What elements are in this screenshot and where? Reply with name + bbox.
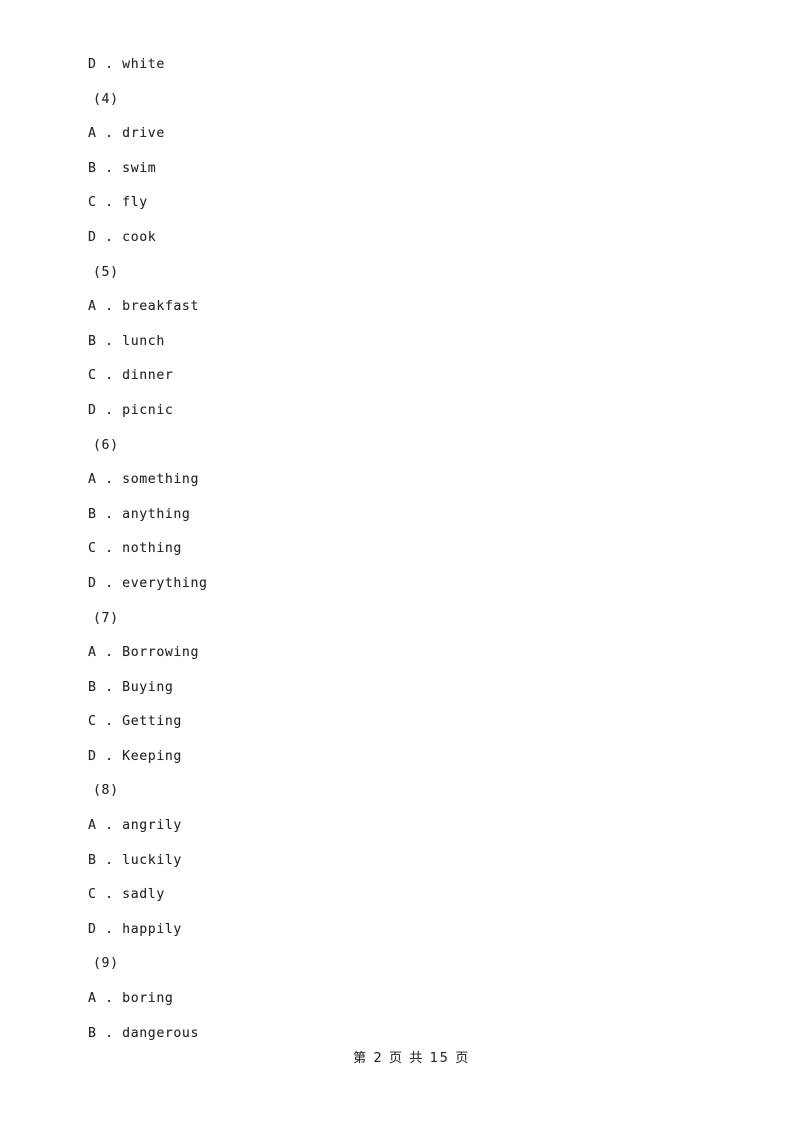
answer-option[interactable]: D . picnic	[88, 394, 688, 429]
answer-option[interactable]: B . anything	[88, 498, 688, 533]
answer-option[interactable]: C . Getting	[88, 705, 688, 740]
answer-option[interactable]: A . breakfast	[88, 290, 688, 325]
answer-option[interactable]: D . happily	[88, 913, 688, 948]
answer-option[interactable]: C . dinner	[88, 359, 688, 394]
page-indicator: 第 2 页 共 15 页	[353, 1051, 470, 1066]
question-number: (5)	[93, 264, 119, 280]
page-footer: 第 2 页 共 15 页	[0, 1032, 800, 1081]
document-page: D . white (4) A . drive B . swim C . fly D . …	[0, 0, 800, 1132]
answer-option[interactable]: D . everything	[88, 567, 688, 602]
question-number: (7)	[93, 610, 119, 626]
question-number: (6)	[93, 437, 119, 453]
answer-option[interactable]: C . nothing	[88, 532, 688, 567]
question-number: (8)	[93, 783, 119, 799]
answer-option[interactable]: D . Keeping	[88, 740, 688, 775]
answer-option[interactable]: D . cook	[88, 221, 688, 256]
answer-option[interactable]: D . white	[88, 48, 688, 83]
answer-option[interactable]: A . boring	[88, 982, 688, 1017]
question-number: (9)	[93, 956, 119, 972]
question-list: D . white (4) A . drive B . swim C . fly D . …	[88, 48, 688, 1051]
answer-option[interactable]: B . swim	[88, 152, 688, 187]
answer-option[interactable]: A . angrily	[88, 809, 688, 844]
answer-option[interactable]: B . luckily	[88, 844, 688, 879]
answer-option[interactable]: B . Buying	[88, 671, 688, 706]
question-number: (4)	[93, 91, 119, 107]
answer-option[interactable]: A . something	[88, 463, 688, 498]
answer-option[interactable]: B . lunch	[88, 325, 688, 360]
answer-option[interactable]: C . fly	[88, 186, 688, 221]
answer-option[interactable]: C . sadly	[88, 878, 688, 913]
answer-option[interactable]: A . drive	[88, 117, 688, 152]
answer-option[interactable]: A . Borrowing	[88, 636, 688, 671]
